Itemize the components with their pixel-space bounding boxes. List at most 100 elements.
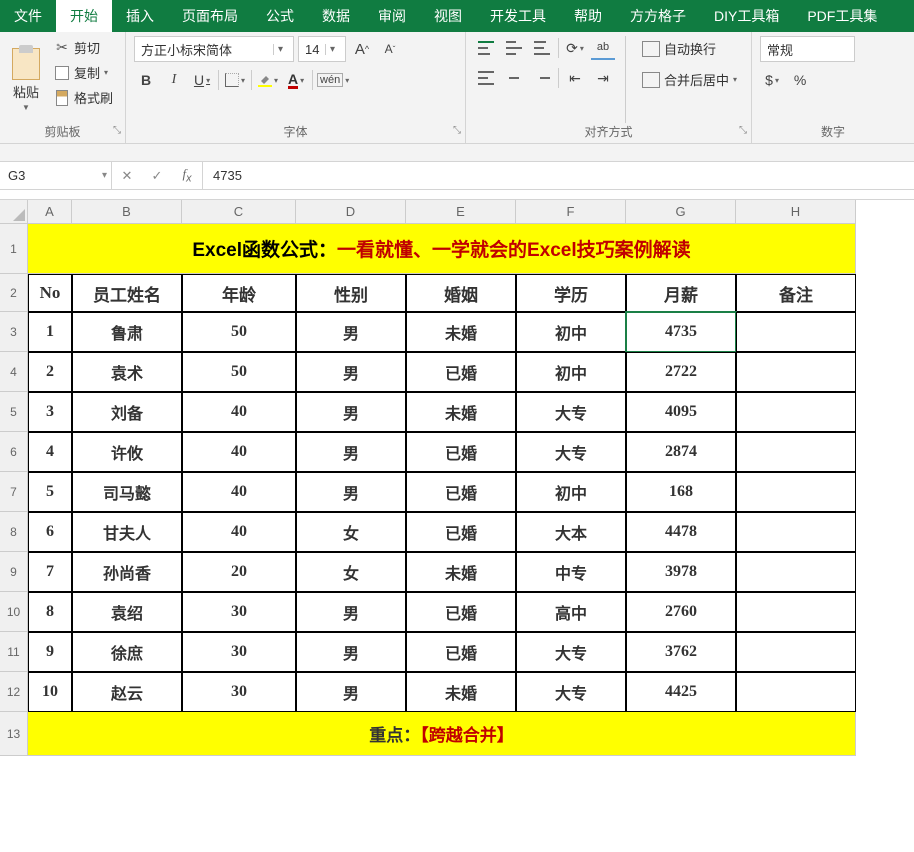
data-cell[interactable]: 30 <box>182 592 296 632</box>
header-cell[interactable]: 年龄 <box>182 274 296 312</box>
data-cell[interactable]: 2722 <box>626 352 736 392</box>
data-cell[interactable]: 7 <box>28 552 72 592</box>
data-cell[interactable]: 已婚 <box>406 352 516 392</box>
col-header-E[interactable]: E <box>406 200 516 224</box>
decrease-font-button[interactable]: Aˇ <box>378 37 402 61</box>
menu-帮助[interactable]: 帮助 <box>560 0 616 32</box>
data-cell[interactable]: 40 <box>182 392 296 432</box>
col-header-A[interactable]: A <box>28 200 72 224</box>
data-cell[interactable]: 初中 <box>516 352 626 392</box>
row-header-8[interactable]: 8 <box>0 512 28 552</box>
data-cell[interactable]: 未婚 <box>406 552 516 592</box>
select-all-corner[interactable] <box>0 200 28 224</box>
col-header-G[interactable]: G <box>626 200 736 224</box>
row-header-6[interactable]: 6 <box>0 432 28 472</box>
data-cell[interactable]: 1 <box>28 312 72 352</box>
data-cell[interactable]: 已婚 <box>406 512 516 552</box>
row-header-2[interactable]: 2 <box>0 274 28 312</box>
data-cell[interactable] <box>736 352 856 392</box>
data-cell[interactable]: 30 <box>182 632 296 672</box>
menu-插入[interactable]: 插入 <box>112 0 168 32</box>
data-cell[interactable]: 4 <box>28 432 72 472</box>
fill-color-button[interactable]: ▾ <box>256 68 280 92</box>
data-cell[interactable]: 刘备 <box>72 392 182 432</box>
alignment-launcher[interactable]: ⤡ <box>739 125 747 136</box>
font-name-select[interactable]: 方正小标宋简体▾ <box>134 36 294 62</box>
data-cell[interactable]: 3 <box>28 392 72 432</box>
header-cell[interactable]: 员工姓名 <box>72 274 182 312</box>
data-cell[interactable]: 男 <box>296 432 406 472</box>
data-cell[interactable]: 10 <box>28 672 72 712</box>
data-cell[interactable]: 2760 <box>626 592 736 632</box>
data-cell[interactable]: 2874 <box>626 432 736 472</box>
increase-font-button[interactable]: A^ <box>350 37 374 61</box>
data-cell[interactable]: 4425 <box>626 672 736 712</box>
data-cell[interactable] <box>736 512 856 552</box>
data-cell[interactable]: 男 <box>296 592 406 632</box>
data-cell[interactable]: 4735 <box>626 312 736 352</box>
data-cell[interactable] <box>736 672 856 712</box>
menu-公式[interactable]: 公式 <box>252 0 308 32</box>
data-cell[interactable]: 男 <box>296 472 406 512</box>
menu-开始[interactable]: 开始 <box>56 0 112 32</box>
data-cell[interactable]: 中专 <box>516 552 626 592</box>
row-header-13[interactable]: 13 <box>0 712 28 756</box>
data-cell[interactable]: 司马懿 <box>72 472 182 512</box>
align-middle-button[interactable] <box>502 36 526 60</box>
data-cell[interactable]: 4095 <box>626 392 736 432</box>
data-cell[interactable]: 袁绍 <box>72 592 182 632</box>
data-cell[interactable] <box>736 552 856 592</box>
align-left-button[interactable] <box>474 66 498 90</box>
data-cell[interactable]: 已婚 <box>406 632 516 672</box>
data-cell[interactable]: 许攸 <box>72 432 182 472</box>
col-header-B[interactable]: B <box>72 200 182 224</box>
italic-button[interactable]: I <box>162 68 186 92</box>
data-cell[interactable]: 男 <box>296 632 406 672</box>
data-cell[interactable]: 已婚 <box>406 472 516 512</box>
data-cell[interactable]: 高中 <box>516 592 626 632</box>
data-cell[interactable]: 已婚 <box>406 432 516 472</box>
data-cell[interactable]: 未婚 <box>406 672 516 712</box>
data-cell[interactable]: 20 <box>182 552 296 592</box>
align-bottom-button[interactable] <box>530 36 554 60</box>
row-header-9[interactable]: 9 <box>0 552 28 592</box>
col-header-D[interactable]: D <box>296 200 406 224</box>
merge-center-button[interactable]: 合并后居中 ▾ <box>636 67 743 92</box>
formula-input[interactable]: 4735 <box>203 162 914 189</box>
data-cell[interactable]: 男 <box>296 392 406 432</box>
row-header-10[interactable]: 10 <box>0 592 28 632</box>
data-cell[interactable]: 4478 <box>626 512 736 552</box>
data-cell[interactable]: 初中 <box>516 312 626 352</box>
copy-button[interactable]: 复制 ▾ <box>50 61 117 84</box>
data-cell[interactable]: 8 <box>28 592 72 632</box>
number-format-select[interactable]: 常规 <box>760 36 855 62</box>
phonetic-button[interactable]: wén▾ <box>317 68 349 92</box>
data-cell[interactable] <box>736 632 856 672</box>
data-cell[interactable]: 50 <box>182 312 296 352</box>
data-cell[interactable] <box>736 432 856 472</box>
data-cell[interactable]: 50 <box>182 352 296 392</box>
format-painter-button[interactable]: 格式刷 <box>50 86 117 109</box>
data-cell[interactable] <box>736 392 856 432</box>
menu-方方格子[interactable]: 方方格子 <box>616 0 700 32</box>
align-center-button[interactable] <box>502 66 526 90</box>
bold-button[interactable]: B <box>134 68 158 92</box>
row-header-12[interactable]: 12 <box>0 672 28 712</box>
clipboard-launcher[interactable]: ⤡ <box>113 125 121 136</box>
header-cell[interactable]: No <box>28 274 72 312</box>
data-cell[interactable]: 鲁肃 <box>72 312 182 352</box>
row-header-11[interactable]: 11 <box>0 632 28 672</box>
orientation-button[interactable]: ⟳▾ <box>563 36 587 60</box>
row-header-1[interactable]: 1 <box>0 224 28 274</box>
data-cell[interactable]: 大专 <box>516 672 626 712</box>
menu-开发工具[interactable]: 开发工具 <box>476 0 560 32</box>
data-cell[interactable]: 男 <box>296 352 406 392</box>
data-cell[interactable] <box>736 312 856 352</box>
fx-button[interactable]: fx <box>172 166 202 185</box>
paste-button[interactable]: 粘贴 ▼ <box>8 36 44 123</box>
row-header-4[interactable]: 4 <box>0 352 28 392</box>
menu-页面布局[interactable]: 页面布局 <box>168 0 252 32</box>
header-cell[interactable]: 备注 <box>736 274 856 312</box>
data-cell[interactable]: 6 <box>28 512 72 552</box>
data-cell[interactable]: 3978 <box>626 552 736 592</box>
